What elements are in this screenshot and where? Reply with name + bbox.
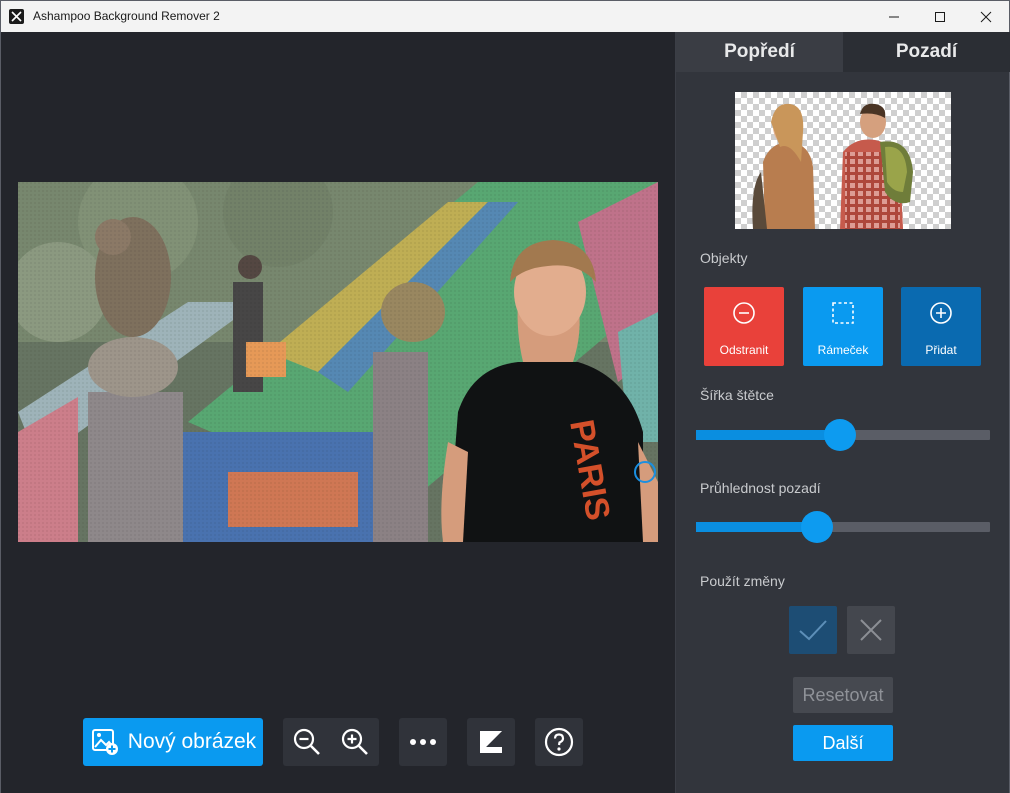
settings-panel: Popředí Pozadí Objekty Odstranit Rámeček… [675, 32, 1010, 793]
brush-width-knob[interactable] [824, 419, 857, 451]
dashed-rectangle-icon [832, 302, 854, 324]
add-button[interactable]: Přidat [901, 287, 981, 366]
bg-opacity-slider[interactable] [696, 511, 990, 543]
compare-view-button[interactable] [467, 718, 515, 766]
close-icon [980, 11, 992, 22]
add-label: Přidat [925, 343, 957, 357]
checkmark-icon [799, 620, 827, 641]
bg-opacity-knob[interactable] [800, 511, 833, 543]
zoom-controls [283, 718, 379, 766]
zoom-in-icon [341, 728, 368, 755]
brush-cursor [634, 461, 656, 483]
more-dots-icon [410, 739, 436, 745]
remove-label: Odstranit [719, 343, 769, 357]
help-icon [544, 727, 574, 757]
foreground-preview [735, 92, 951, 229]
frame-label: Rámeček [817, 343, 869, 357]
zoom-out-button[interactable] [283, 718, 331, 766]
bg-opacity-label: Průhlednost pozadí [700, 480, 821, 496]
brush-width-label: Šířka štětce [700, 387, 774, 403]
objects-label: Objekty [700, 250, 748, 266]
close-button[interactable] [963, 1, 1009, 32]
minus-circle-icon [733, 302, 755, 324]
minimize-button[interactable] [871, 1, 917, 32]
app-logo-icon [9, 9, 24, 24]
tab-foreground[interactable]: Popředí [676, 32, 843, 72]
apply-changes-label: Použít změny [700, 573, 785, 589]
new-image-button[interactable]: Nový obrázek [83, 718, 263, 766]
minimize-icon [889, 16, 899, 17]
maximize-icon [935, 11, 945, 22]
canvas-area: PARIS Nový obrázek [1, 32, 675, 793]
window-title: Ashampoo Background Remover 2 [33, 9, 220, 23]
remove-button[interactable]: Odstranit [704, 287, 784, 366]
edited-photo[interactable]: PARIS [18, 182, 658, 542]
discard-button[interactable] [847, 606, 895, 654]
split-view-icon [480, 731, 502, 753]
cross-icon [860, 619, 882, 641]
apply-button[interactable] [789, 606, 837, 654]
plus-circle-icon [930, 302, 952, 324]
reset-button[interactable]: Resetovat [793, 677, 893, 713]
brush-width-slider[interactable] [696, 419, 990, 451]
new-image-label: Nový obrázek [127, 730, 257, 753]
brush-width-fill [696, 430, 841, 440]
bg-opacity-fill [696, 522, 817, 532]
maximize-button[interactable] [917, 1, 963, 32]
next-button[interactable]: Další [793, 725, 893, 761]
title-bar[interactable]: Ashampoo Background Remover 2 [1, 1, 1009, 32]
image-add-icon [91, 729, 118, 755]
zoom-in-button[interactable] [331, 718, 379, 766]
frame-button[interactable]: Rámeček [803, 287, 883, 366]
more-options-button[interactable] [399, 718, 447, 766]
tab-background[interactable]: Pozadí [843, 32, 1010, 72]
app-window: Ashampoo Background Remover 2 PARIS Nový… [0, 0, 1010, 793]
help-button[interactable] [535, 718, 583, 766]
zoom-out-icon [293, 728, 320, 755]
